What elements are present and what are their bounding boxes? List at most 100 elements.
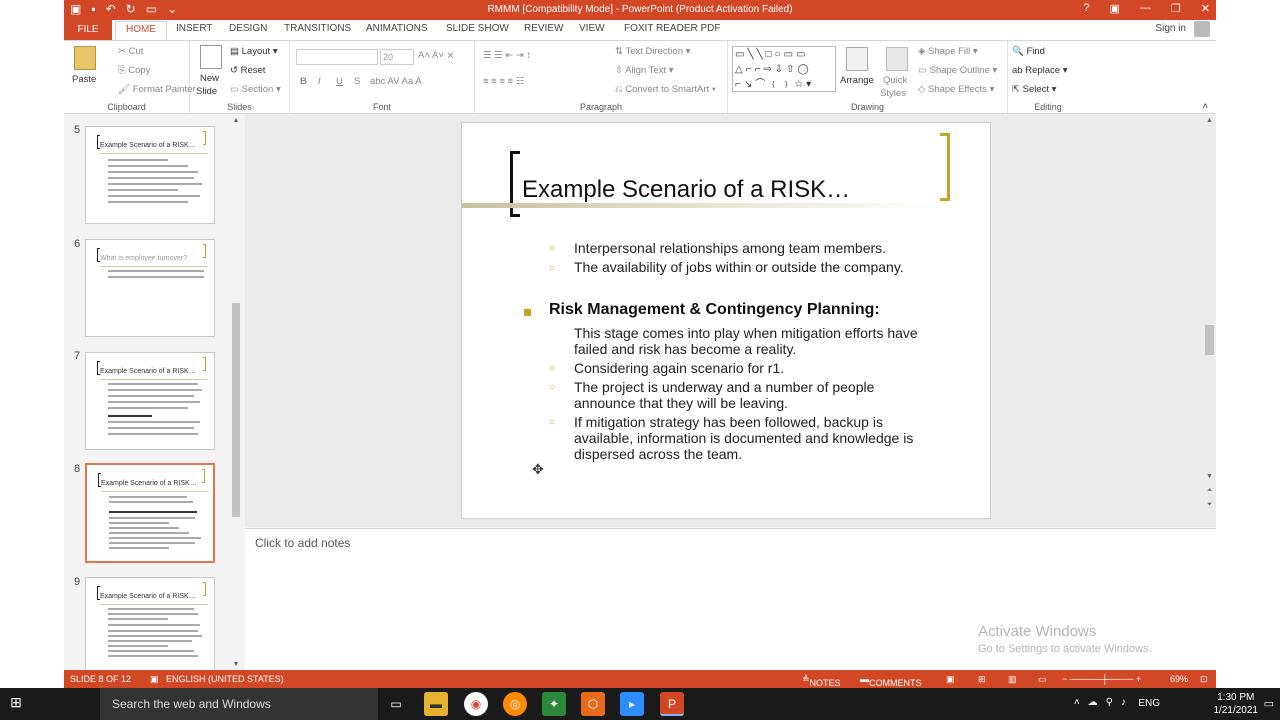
paragraph-text[interactable]: This stage comes into play when mitigati… [574, 325, 944, 357]
zoom-app-icon[interactable]: ▸ [620, 692, 644, 716]
paste-button[interactable]: Paste [72, 74, 96, 85]
tab-home[interactable]: HOME [115, 21, 167, 40]
quick-styles-icon[interactable] [886, 47, 908, 71]
copy-button[interactable]: ⎘ Copy [118, 65, 150, 76]
fit-slide-icon[interactable]: ⊡ [1200, 674, 1208, 685]
avatar[interactable] [1194, 21, 1210, 37]
clock[interactable]: 1:30 PM 1/21/2021 [1214, 691, 1259, 717]
restore-icon[interactable]: ❐ [1171, 2, 1181, 15]
normal-view-icon[interactable]: ▣ [946, 674, 955, 685]
arrange-icon[interactable] [846, 47, 868, 71]
firefox-icon[interactable]: ◎ [503, 692, 527, 716]
notes-button[interactable]: ≜ NOTES [802, 674, 841, 688]
bold-button[interactable]: B [300, 76, 307, 87]
cut-button[interactable]: ✂ Cut [118, 46, 143, 57]
slide-canvas[interactable]: Example Scenario of a RISK… ○ Interperso… [461, 122, 991, 519]
shape-outline-button[interactable]: ▭ Shape Outline ▾ [918, 65, 997, 76]
bullet-heading[interactable]: Risk Management & Contingency Planning: [549, 302, 880, 318]
minimize-icon[interactable]: — [1140, 2, 1151, 15]
find-button[interactable]: 🔍 Find [1012, 46, 1045, 57]
tab-transitions[interactable]: TRANSITIONS [284, 23, 351, 34]
paste-icon[interactable] [74, 46, 96, 70]
collapse-ribbon-icon[interactable]: ˄ [1202, 101, 1208, 112]
notes-placeholder[interactable]: Click to add notes [255, 536, 350, 550]
scroll-up-icon[interactable]: ▲ [230, 117, 242, 124]
quick-styles-button-label[interactable]: Styles [880, 88, 906, 99]
tray-icons[interactable]: ˄☁⚲♪ [1074, 697, 1134, 708]
sign-in-link[interactable]: Sign in [1155, 23, 1186, 34]
slide-thumbnail-7[interactable]: Example Scenario of a RISK… [85, 352, 215, 450]
notifications-icon[interactable]: ▭ [1264, 697, 1274, 710]
scrollbar-thumb[interactable] [1205, 325, 1214, 355]
bullet-text[interactable]: The project is underway and a number of … [574, 379, 904, 411]
bullet-text[interactable]: Interpersonal relationships among team m… [574, 240, 954, 256]
app-icon[interactable]: ⬡ [581, 692, 605, 716]
powerpoint-taskbar-icon[interactable]: P [660, 692, 684, 716]
reset-button[interactable]: ↺ Reset [230, 65, 265, 76]
file-explorer-icon[interactable]: ▬ [424, 692, 448, 716]
shapes-gallery[interactable]: ▭╲╲□○▭▭ △⌐⌐⇨⇩⇧◯ ⌐↘⌒﹛﹜☆▾ [732, 46, 836, 92]
tab-view[interactable]: VIEW [579, 23, 605, 34]
thumbnails-scrollbar[interactable]: ▲ ▼ [230, 115, 242, 670]
scroll-up-icon[interactable]: ▲ [1203, 117, 1216, 124]
tab-insert[interactable]: INSERT [176, 23, 213, 34]
scrollbar-thumb[interactable] [232, 303, 240, 517]
font-extra-icons[interactable]: abc AV Aa A [370, 76, 422, 87]
ribbon-display-options-icon[interactable]: ▣ [1110, 2, 1120, 15]
text-direction-button[interactable]: ⇅ Text Direction ▾ [615, 46, 690, 57]
shape-effects-button[interactable]: ◇ Shape Effects ▾ [918, 84, 994, 95]
font-grow-shrink-icons[interactable]: A˄ A˅ ⨯ [418, 50, 454, 61]
font-name-box[interactable] [296, 49, 378, 65]
slide-title[interactable]: Example Scenario of a RISK… [522, 176, 850, 204]
help-icon[interactable]: ? [1083, 2, 1089, 15]
app-icon[interactable]: ✦ [542, 692, 566, 716]
tab-foxit-reader-pdf[interactable]: FOXIT READER PDF [624, 23, 721, 34]
windows-start-icon[interactable]: ⊞ [0, 688, 32, 720]
section-button[interactable]: ▭ Section ▾ [230, 84, 281, 95]
previous-slide-icon[interactable]: ⏶ [1203, 487, 1216, 495]
format-painter-button[interactable]: 🖌 Format Painter [118, 84, 196, 95]
task-view-icon[interactable]: ▭ [384, 692, 408, 716]
align-icons[interactable]: ≡ ≡ ≡ ≡ ☷ [483, 76, 524, 87]
quick-styles-button[interactable]: Quick [883, 75, 907, 86]
tab-review[interactable]: REVIEW [524, 23, 563, 34]
new-slide-icon[interactable] [200, 45, 222, 69]
shape-fill-button[interactable]: ◈ Shape Fill ▾ [918, 46, 978, 57]
taskbar-search[interactable]: Search the web and Windows [100, 688, 378, 720]
zoom-slider[interactable]: − ─────┼──── + [1062, 674, 1141, 684]
close-icon[interactable]: ✕ [1201, 2, 1210, 15]
bullet-text[interactable]: Considering again scenario for r1. [574, 360, 954, 376]
arrange-button[interactable]: Arrange [840, 75, 874, 86]
slideshow-icon[interactable]: ▭ [1038, 674, 1047, 685]
language-indicator[interactable]: ENGLISH (UNITED STATES) [166, 674, 284, 684]
tab-design[interactable]: DESIGN [229, 23, 267, 34]
slide-scrollbar[interactable]: ▲ ▼ ⏶ ⏷ [1203, 115, 1216, 527]
scroll-down-icon[interactable]: ▼ [230, 661, 242, 668]
convert-smartart-button[interactable]: ⎌ Convert to SmartArt ▾ [615, 84, 716, 95]
replace-button[interactable]: ab Replace ▾ [1012, 65, 1068, 76]
slide-thumbnail-6[interactable]: What is employee turnover? [85, 239, 215, 337]
notes-pane[interactable]: Click to add notes Activate Windows Go t… [245, 528, 1216, 670]
language-indicator[interactable]: ENG [1138, 698, 1160, 709]
zoom-level[interactable]: 69% [1170, 674, 1188, 684]
chrome-icon[interactable]: ◉ [464, 692, 488, 716]
layout-button[interactable]: ▤ Layout ▾ [230, 46, 278, 57]
spell-check-icon[interactable]: ▣ [150, 674, 159, 685]
tab-animations[interactable]: ANIMATIONS [366, 23, 427, 34]
new-slide-button-label[interactable]: Slide [196, 86, 217, 97]
font-size-box[interactable]: 20 [380, 49, 414, 65]
next-slide-icon[interactable]: ⏷ [1203, 501, 1216, 509]
slide-thumbnail-9[interactable]: Example Scenario of a RISK… [85, 577, 215, 670]
align-text-button[interactable]: ⇳ Align Text ▾ [615, 65, 674, 76]
slide-sorter-icon[interactable]: ⊞ [978, 674, 986, 685]
italic-button[interactable]: I [318, 76, 321, 87]
slide-thumbnail-8-selected[interactable]: Example Scenario of a RISK… [85, 463, 215, 563]
scroll-down-icon[interactable]: ▼ [1203, 473, 1216, 480]
shadow-button[interactable]: S [354, 76, 360, 87]
comments-button[interactable]: ▬ COMMENTS [860, 674, 922, 688]
reading-view-icon[interactable]: ▥ [1008, 674, 1017, 685]
tab-slide-show[interactable]: SLIDE SHOW [446, 23, 509, 34]
tab-file[interactable]: FILE [64, 20, 112, 40]
bullet-text[interactable]: The availability of jobs within or outsi… [574, 259, 954, 275]
select-button[interactable]: ⇱ Select ▾ [1012, 84, 1056, 95]
